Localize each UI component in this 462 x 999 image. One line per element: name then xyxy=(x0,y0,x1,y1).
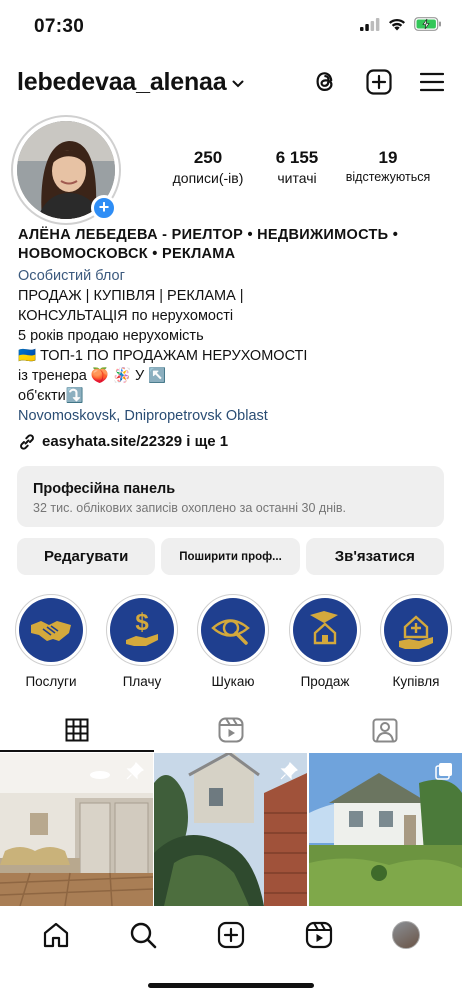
stat-followers[interactable]: 6 155 читачі xyxy=(256,148,338,186)
tab-reels[interactable] xyxy=(154,708,308,752)
status-bar: 07:30 xyxy=(0,0,462,56)
story-highlights: Послуги $ Плачу Шукаю Продаж Купівля xyxy=(0,594,462,690)
bottom-navigation xyxy=(0,906,462,964)
profile-link[interactable]: easyhata.site/22329 і ще 1 xyxy=(18,432,448,452)
stat-value: 6 155 xyxy=(275,148,319,167)
status-icons xyxy=(360,17,442,31)
bio-line: із тренера 🍑 🪅 У ↖️ xyxy=(18,368,167,384)
edit-profile-button[interactable]: Редагувати xyxy=(17,538,156,575)
bio-line: ПРОДАЖ | КУПІВЛЯ | РЕКЛАМА | xyxy=(18,288,244,304)
highlight-sale[interactable]: Продаж xyxy=(287,594,363,689)
post-thumbnail[interactable] xyxy=(309,753,462,906)
pro-panel-title: Професійна панель xyxy=(33,481,176,497)
house-plus-hand-icon xyxy=(399,615,433,649)
handshake-icon xyxy=(31,621,71,641)
tagged-icon xyxy=(372,718,398,743)
display-name-line-1: АЛЁНА ЛЕБЕДЕВА - РИЕЛТОР • НЕДВИЖИМОСТЬ … xyxy=(18,227,399,243)
post-thumbnail[interactable] xyxy=(154,753,307,906)
posts-grid xyxy=(0,753,462,906)
pin-icon xyxy=(280,762,298,780)
highlight-label: Купівля xyxy=(392,674,440,689)
highlight-label: Продаж xyxy=(300,674,350,689)
highlight-label: Послуги xyxy=(25,674,77,689)
reels-nav-icon[interactable] xyxy=(305,921,333,949)
tab-posts-grid[interactable] xyxy=(0,708,154,752)
profile-tabs xyxy=(0,708,462,752)
bio-line: 🇺🇦 ТОП-1 ПО ПРОДАЖАМ НЕРУХОМОСТІ xyxy=(18,348,308,364)
stat-following[interactable]: 19 відстежуються xyxy=(338,148,438,186)
profile-link-text: easyhata.site/22329 і ще 1 xyxy=(42,433,229,450)
account-switcher[interactable]: lebedevaa_alenaa xyxy=(17,68,244,97)
profile-category: Особистий блог xyxy=(18,268,125,284)
pin-icon xyxy=(126,762,144,780)
highlight-label: Плачу xyxy=(122,674,162,689)
create-icon[interactable] xyxy=(217,921,245,949)
highlight-services[interactable]: Послуги xyxy=(13,594,89,689)
highlight-search[interactable]: Шукаю xyxy=(195,594,271,689)
profile-avatar[interactable]: + xyxy=(11,115,121,225)
wifi-icon xyxy=(389,18,405,30)
add-story-button[interactable]: + xyxy=(91,195,117,221)
stat-value: 250 xyxy=(193,148,223,167)
menu-icon[interactable] xyxy=(420,72,444,92)
bio-line: КОНСУЛЬТАЦІЯ по нерухомості xyxy=(18,308,234,324)
stat-posts[interactable]: 250 дописи(-ів) xyxy=(160,148,256,186)
highlight-purchase[interactable]: Купівля xyxy=(378,594,454,689)
bio-line: 5 років продаю нерухомість xyxy=(18,328,204,344)
link-icon xyxy=(20,434,34,450)
svg-text:$: $ xyxy=(135,609,149,636)
home-icon[interactable] xyxy=(42,921,70,949)
stat-label: читачі xyxy=(277,170,317,186)
profile-nav-avatar[interactable] xyxy=(392,921,421,949)
stat-label: дописи(-ів) xyxy=(172,170,244,186)
pro-panel-subtitle: 32 тис. облікових записів охоплено за ос… xyxy=(33,501,347,515)
search-icon[interactable] xyxy=(129,921,157,949)
battery-charging-icon xyxy=(414,17,441,31)
plus-square-icon[interactable] xyxy=(366,68,392,95)
post-thumbnail[interactable] xyxy=(0,753,153,906)
profile-actions: Редагувати Поширити проф... Зв'язатися xyxy=(17,538,444,575)
reels-icon xyxy=(218,717,244,743)
stat-value: 19 xyxy=(378,148,398,167)
share-profile-button[interactable]: Поширити проф... xyxy=(161,538,300,575)
highlight-pay[interactable]: $ Плачу xyxy=(104,594,180,689)
cellular-signal-icon xyxy=(360,17,380,31)
profile-location[interactable]: Novomoskovsk, Dnipropetrovsk Oblast xyxy=(18,406,448,426)
dollar-hand-icon: $ xyxy=(126,609,158,646)
tab-tagged[interactable] xyxy=(308,708,462,752)
display-name-line-2: НОВОМОСКОВСК • РЕКЛАМА xyxy=(18,246,236,262)
chevron-down-icon xyxy=(232,80,244,88)
profile-bio: АЛЁНА ЛЕБЕДЕВА - РИЕЛТОР • НЕДВИЖИМОСТЬ … xyxy=(18,226,448,452)
profile-header: lebedevaa_alenaa xyxy=(0,60,462,106)
carousel-icon xyxy=(435,763,452,780)
grid-icon xyxy=(65,718,89,742)
house-hand-icon xyxy=(310,611,338,645)
bio-line: об'єкти⤵️ xyxy=(18,388,84,404)
highlight-label: Шукаю xyxy=(211,674,255,689)
professional-dashboard[interactable]: Професійна панель 32 тис. облікових запи… xyxy=(17,466,444,527)
home-indicator xyxy=(148,983,314,988)
contact-button[interactable]: Зв'язатися xyxy=(305,538,444,575)
stat-label: відстежуються xyxy=(345,170,431,184)
status-time: 07:30 xyxy=(34,16,85,37)
threads-icon[interactable] xyxy=(312,68,338,95)
username: lebedevaa_alenaa xyxy=(17,68,227,96)
header-actions xyxy=(312,68,444,95)
active-tab-indicator xyxy=(0,750,154,752)
eye-magnifier-icon xyxy=(211,619,250,645)
profile-stats: 250 дописи(-ів) 6 155 читачі 19 відстежу… xyxy=(160,148,450,186)
